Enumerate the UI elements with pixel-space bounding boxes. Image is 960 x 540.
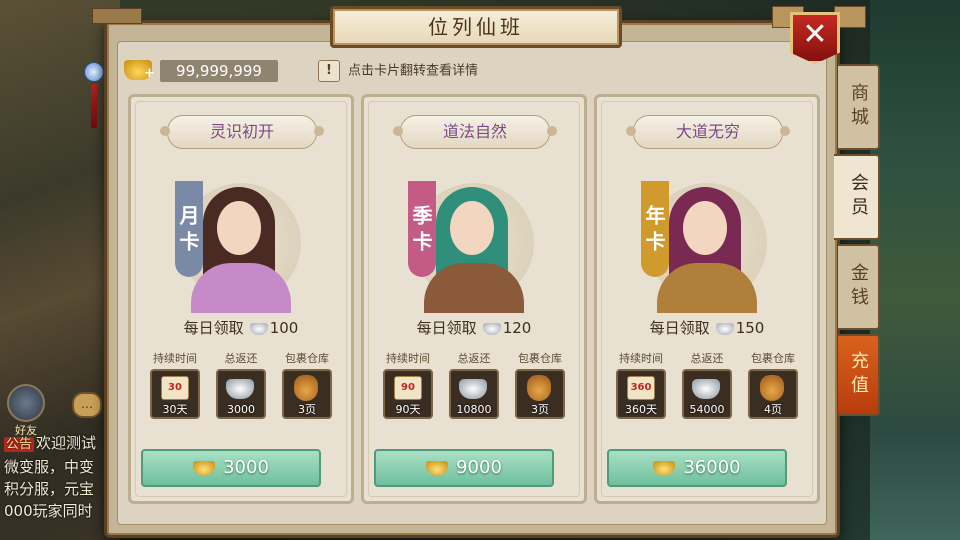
character-portrait: 月卡 [171,163,311,313]
red-tassel-icon [91,84,97,128]
bag-slot: 3页 [282,369,332,419]
hint: ! 点击卡片翻转查看详情 [318,60,478,82]
stat-total-return: 总返还 10800 [444,351,504,419]
bag-slot: 4页 [748,369,798,419]
card-title: 大道无穷 [626,115,790,149]
hint-text: 点击卡片翻转查看详情 [348,63,479,79]
card-type-ribbon: 季卡 [408,181,436,277]
card-month[interactable]: 灵识初开 月卡 每日领取 100 持续时间 30 30天 总返还 3000 包裹仓库… [128,94,354,504]
buy-button[interactable]: 3000 [141,449,321,487]
stat-total-return: 总返还 3000 [211,351,271,419]
silver-ingot-icon [482,322,501,335]
daily-reward: 每日领取 150 [649,319,765,337]
tab-recharge[interactable]: 充值 [838,334,880,416]
stat-total-return: 总返还 54000 [677,351,737,419]
card-title: 灵识初开 [160,115,324,149]
gold-balance-value: 99,999,999 [160,60,278,82]
scroll-icon: 90 [394,376,422,400]
character-portrait: 季卡 [404,163,544,313]
game-world-background-right [870,0,960,540]
gold-balance: + 99,999,999 [124,58,280,84]
gold-ingot-icon [426,461,449,475]
announcement-tag: 公告 [4,437,35,452]
stat-duration: 持续时间 360 360天 [611,351,671,419]
chat-line: 公告 欢迎测试 [4,434,97,452]
scroll-icon: 360 [627,376,655,400]
daily-reward: 每日领取 100 [183,319,299,337]
title-wing-left [92,8,142,24]
stat-bag: 包裹仓库 4页 [743,351,803,419]
duration-slot: 360 360天 [616,369,666,419]
stat-bag: 包裹仓库 3页 [277,351,337,419]
silver-ingot-icon [715,322,734,335]
daily-reward: 每日领取 120 [416,319,532,337]
card-year[interactable]: 大道无穷 年卡 每日领取 150 持续时间 360 360天 总返还 54000 包… [594,94,820,504]
tab-shop[interactable]: 商城 [838,64,880,150]
bag-slot: 3页 [515,369,565,419]
gold-ingot-icon [653,461,676,475]
silver-ingot-icon [459,379,487,399]
stat-bag: 包裹仓库 3页 [510,351,570,419]
chat-line: 微变服，中变 [4,458,95,476]
chat-log: 公告 欢迎测试 微变服，中变 积分服，元宝 000玩家同时 [4,432,114,522]
buy-button[interactable]: 36000 [607,449,787,487]
jade-bead-icon [84,62,104,82]
add-gold-icon[interactable]: + [144,67,156,80]
friend-avatar-icon [7,384,45,422]
card-season[interactable]: 道法自然 季卡 每日领取 120 持续时间 90 90天 总返还 10800 包裹仓… [361,94,587,504]
duration-slot: 30 30天 [150,369,200,419]
total-return-slot: 10800 [449,369,499,419]
chat-line: 积分服，元宝 [4,480,95,498]
card-type-ribbon: 月卡 [175,181,203,277]
chat-line: 000玩家同时 [4,502,93,520]
duration-slot: 90 90天 [383,369,433,419]
bag-icon [527,375,551,401]
panel-title: 位列仙班 [330,6,622,48]
info-icon: ! [318,60,340,82]
bag-icon [760,375,784,401]
tab-member[interactable]: 会员 [834,154,880,240]
card-type-ribbon: 年卡 [641,181,669,277]
stat-duration: 持续时间 30 30天 [145,351,205,419]
silver-ingot-icon [249,322,268,335]
talisman-ornament [84,40,104,136]
chat-bubble-icon[interactable]: … [72,392,102,418]
buy-button[interactable]: 9000 [374,449,554,487]
stat-duration: 持续时间 90 90天 [378,351,438,419]
friend-button[interactable]: 好友 [6,384,46,437]
total-return-slot: 54000 [682,369,732,419]
gold-ingot-icon [193,461,216,475]
total-return-slot: 3000 [216,369,266,419]
silver-ingot-icon [692,379,720,399]
tab-money[interactable]: 金钱 [838,244,880,330]
card-title: 道法自然 [393,115,557,149]
silver-ingot-icon [226,379,254,399]
scroll-icon: 30 [161,376,189,400]
bag-icon [294,375,318,401]
character-portrait: 年卡 [637,163,777,313]
